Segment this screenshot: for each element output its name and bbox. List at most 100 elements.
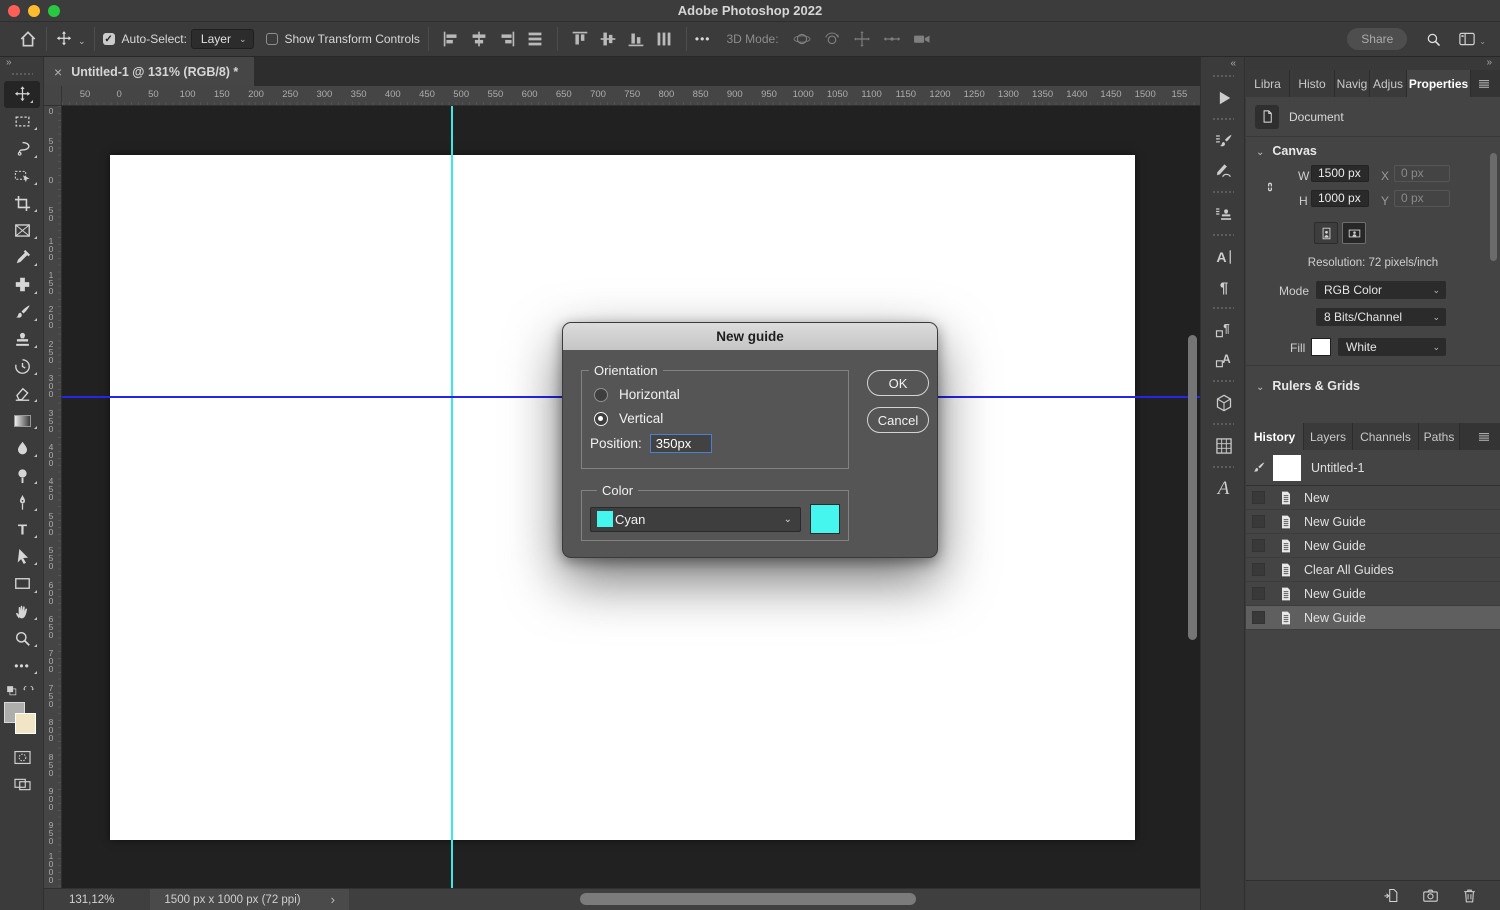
cancel-button[interactable]: Cancel	[867, 407, 929, 433]
history-brush-tool[interactable]	[0, 353, 44, 380]
history-source-well[interactable]	[1252, 563, 1265, 576]
panel-grip[interactable]	[1212, 379, 1234, 384]
dialog-title[interactable]: New guide	[563, 323, 937, 350]
share-button[interactable]: Share	[1347, 28, 1407, 50]
default-colors-icon[interactable]	[5, 684, 18, 697]
align-bottom-icon[interactable]	[625, 28, 647, 50]
close-tab-icon[interactable]: ×	[54, 64, 62, 80]
panel-icon-brushes[interactable]	[1201, 156, 1246, 186]
panel-icon-glyphs[interactable]: A	[1201, 474, 1246, 504]
panel-icon-paragraph[interactable]: ¶	[1201, 272, 1246, 302]
eyedropper-tool[interactable]	[0, 244, 44, 271]
vertical-ruler[interactable]: 0500501001502002503003504004505005506006…	[44, 106, 62, 888]
new-document-from-state-icon[interactable]	[1383, 887, 1400, 904]
slide3d-icon[interactable]	[882, 29, 902, 49]
vertical-guide[interactable]	[451, 106, 453, 888]
horizontal-scrollbar[interactable]	[580, 893, 916, 905]
history-state-row[interactable]: New Guide	[1246, 534, 1500, 558]
guide-color-dropdown[interactable]: Cyan ⌄	[590, 507, 801, 532]
panel-grip[interactable]	[1212, 117, 1234, 122]
align-center-v-icon[interactable]	[597, 28, 619, 50]
dist-h-icon[interactable]	[524, 28, 546, 50]
brush-tool[interactable]	[0, 299, 44, 326]
dock-collapse-button[interactable]: «	[1201, 57, 1244, 70]
hand-tool[interactable]	[0, 598, 44, 625]
auto-select-target-dropdown[interactable]: Layer ⌄	[191, 29, 254, 49]
workspace-icon[interactable]	[1458, 30, 1476, 48]
panel-grip[interactable]	[1212, 306, 1234, 311]
rectangle-tool[interactable]	[0, 570, 44, 597]
search-icon[interactable]	[1425, 31, 1442, 48]
bit-depth-dropdown[interactable]: 8 Bits/Channel ⌄	[1316, 308, 1446, 326]
canvas-section-header[interactable]: ⌄Canvas	[1256, 144, 1317, 158]
zoom-level[interactable]: 131,12%	[69, 894, 114, 906]
tab-paths[interactable]: Paths	[1419, 423, 1460, 450]
tab-histo[interactable]: Histo	[1290, 70, 1335, 97]
dist-v-icon[interactable]	[653, 28, 675, 50]
roll-icon[interactable]	[822, 29, 842, 49]
ok-button[interactable]: OK	[867, 370, 929, 396]
workspace-chevron-icon[interactable]: ⌄	[1479, 37, 1486, 46]
auto-select-checkbox[interactable]: ✓	[103, 33, 115, 45]
panel-icon-character-styles[interactable]: A	[1201, 345, 1246, 375]
screen-mode-button[interactable]	[0, 771, 44, 798]
tab-history[interactable]: History	[1246, 423, 1304, 450]
spot-healing-tool[interactable]	[0, 271, 44, 298]
tool-preset-chevron-icon[interactable]: ⌄	[78, 36, 86, 47]
landscape-orientation-button[interactable]	[1342, 222, 1366, 244]
object-selection-tool[interactable]	[0, 163, 44, 190]
move-tool-icon[interactable]	[55, 30, 73, 48]
background-color-swatch[interactable]	[15, 713, 36, 734]
panel-icon-brush-settings[interactable]	[1201, 126, 1246, 156]
tab-adjus[interactable]: Adjus	[1370, 70, 1407, 97]
history-source-well[interactable]	[1252, 587, 1265, 600]
radio-unselected-icon[interactable]	[594, 388, 608, 402]
ruler-corner[interactable]	[44, 86, 62, 106]
panel-grip[interactable]	[1212, 74, 1234, 79]
align-center-h-icon[interactable]	[468, 28, 490, 50]
orientation-option-vertical[interactable]: Vertical	[594, 411, 848, 426]
mode-dropdown[interactable]: RGB Color ⌄	[1316, 281, 1446, 299]
dodge-tool[interactable]	[0, 462, 44, 489]
panel-expand-button[interactable]: »	[1246, 57, 1500, 70]
tab-channels[interactable]: Channels	[1353, 423, 1419, 450]
toolbar-grip[interactable]	[11, 72, 33, 77]
history-source-well[interactable]	[1252, 515, 1265, 528]
properties-scrollbar[interactable]	[1490, 153, 1497, 261]
portrait-orientation-button[interactable]	[1314, 222, 1338, 244]
guide-color-swatch[interactable]	[810, 504, 840, 534]
zoom-tool[interactable]	[0, 625, 44, 652]
link-dimensions-icon[interactable]	[1262, 171, 1278, 203]
document-tab[interactable]: × Untitled-1 @ 131% (RGB/8) *	[44, 57, 254, 86]
type-tool[interactable]: T	[0, 516, 44, 543]
cam3d-icon[interactable]	[912, 29, 932, 49]
path-selection-tool[interactable]	[0, 543, 44, 570]
orbit-icon[interactable]	[792, 29, 812, 49]
more-align-options-button[interactable]: •••	[695, 32, 711, 46]
vertical-scrollbar[interactable]	[1188, 335, 1197, 640]
history-source-well[interactable]	[1252, 539, 1265, 552]
edit-toolbar[interactable]: •••	[0, 652, 44, 679]
toolbar-collapse-button[interactable]: »	[0, 57, 43, 70]
marquee-tool[interactable]	[0, 108, 44, 135]
blur-tool[interactable]	[0, 434, 44, 461]
fill-color-swatch[interactable]	[1311, 338, 1331, 356]
panel-icon-glyph-grid[interactable]	[1201, 431, 1246, 461]
fill-dropdown[interactable]: White ⌄	[1338, 338, 1446, 356]
radio-selected-icon[interactable]	[594, 412, 608, 426]
panel-menu-icon[interactable]	[1476, 76, 1492, 92]
history-source-well[interactable]	[1252, 491, 1265, 504]
panel-icon-threed[interactable]	[1201, 388, 1246, 418]
panel-icon-actions[interactable]	[1201, 83, 1246, 113]
clone-stamp-tool[interactable]	[0, 326, 44, 353]
history-state-row[interactable]: Clear All Guides	[1246, 558, 1500, 582]
panel-icon-character[interactable]: A	[1201, 242, 1246, 272]
horizontal-ruler[interactable]: 5005010015020025030035040045050055060065…	[62, 86, 1200, 106]
pan3d-icon[interactable]	[852, 29, 872, 49]
home-icon[interactable]	[18, 29, 38, 49]
history-state-row[interactable]: New Guide	[1246, 582, 1500, 606]
document-size-status[interactable]: 1500 px x 1000 px (72 ppi) ›	[150, 889, 349, 910]
history-state-row[interactable]: New Guide	[1246, 510, 1500, 534]
panel-grip[interactable]	[1212, 422, 1234, 427]
new-snapshot-camera-icon[interactable]	[1422, 887, 1439, 904]
